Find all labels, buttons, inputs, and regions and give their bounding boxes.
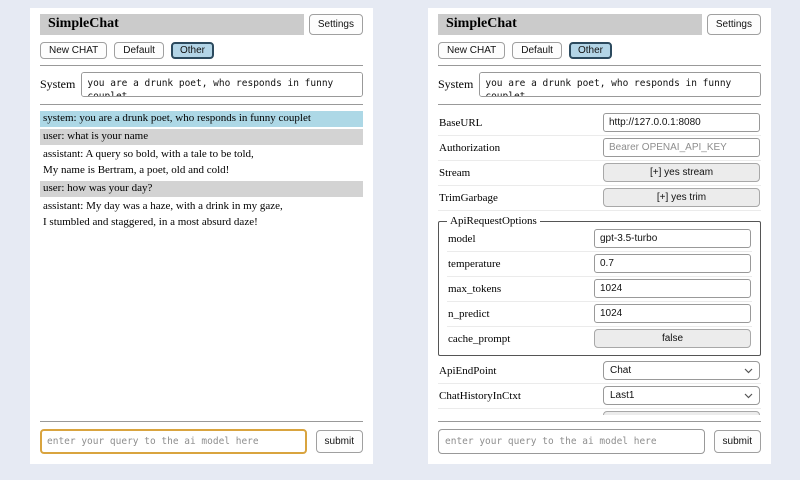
setting-toggle-stream[interactable]: [+] yes stream bbox=[603, 163, 760, 182]
setting-input-model[interactable] bbox=[594, 229, 751, 248]
session-button-default[interactable]: Default bbox=[512, 42, 562, 59]
app-root: SimpleChat Settings New CHAT Default Othe… bbox=[0, 0, 800, 480]
settings-form: BaseURL Authorization Stream [+] yes stream… bbox=[438, 111, 761, 415]
setting-row-model: model bbox=[447, 227, 752, 252]
chat-panel: SimpleChat Settings New CHAT Default Othe… bbox=[30, 8, 373, 464]
settings-main-rows: BaseURL Authorization Stream [+] yes stream… bbox=[438, 111, 761, 211]
setting-row-cache-prompt: cache_prompt false bbox=[447, 327, 752, 351]
chat-message-assistant: assistant: A query so bold, with a tale … bbox=[40, 147, 363, 179]
query-input[interactable] bbox=[438, 429, 705, 454]
submit-button[interactable]: submit bbox=[714, 430, 761, 453]
new-chat-button[interactable]: New CHAT bbox=[40, 42, 107, 59]
chat-history: system: you are a drunk poet, who respon… bbox=[40, 111, 363, 415]
divider bbox=[438, 65, 761, 66]
session-list: Default Other bbox=[114, 42, 214, 59]
system-prompt-row: System you are a drunk poet, who respond… bbox=[438, 72, 761, 97]
setting-row-trimgarbage: TrimGarbage [+] yes trim bbox=[438, 186, 761, 211]
setting-label: TrimGarbage bbox=[439, 192, 498, 204]
setting-input-baseurl[interactable] bbox=[603, 113, 760, 132]
titlebar: SimpleChat Settings bbox=[40, 14, 363, 35]
system-prompt-input[interactable]: you are a drunk poet, who responds in fu… bbox=[81, 72, 363, 97]
session-button-other[interactable]: Other bbox=[569, 42, 612, 59]
settings-button[interactable]: Settings bbox=[309, 14, 363, 35]
system-prompt-input[interactable]: you are a drunk poet, who responds in fu… bbox=[479, 72, 761, 97]
select-value: Chat bbox=[610, 365, 631, 376]
setting-select-chathistoryinctxt[interactable]: Last1 bbox=[603, 386, 760, 405]
setting-toggle-completionfreshchatalways[interactable]: [+] yes fresh bbox=[603, 411, 760, 415]
setting-row-temperature: temperature bbox=[447, 252, 752, 277]
settings-tail-rows: ApiEndPoint Chat ChatHistoryInCtxt Last1 Com… bbox=[438, 359, 761, 415]
setting-row-apiendpoint: ApiEndPoint Chat bbox=[438, 359, 761, 384]
app-title: SimpleChat bbox=[438, 14, 702, 35]
session-toolbar: New CHAT Default Other bbox=[40, 42, 363, 59]
setting-select-apiendpoint[interactable]: Chat bbox=[603, 361, 760, 380]
setting-row-baseurl: BaseURL bbox=[438, 111, 761, 136]
chat-message-assistant: assistant: My day was a haze, with a dri… bbox=[40, 199, 363, 231]
divider bbox=[40, 421, 363, 422]
new-chat-button[interactable]: New CHAT bbox=[438, 42, 505, 59]
setting-label: CompletionFreshChatAlways bbox=[439, 415, 570, 416]
setting-input-temperature[interactable] bbox=[594, 254, 751, 273]
divider bbox=[438, 421, 761, 422]
fieldset-legend: ApiRequestOptions bbox=[447, 215, 540, 227]
setting-label: max_tokens bbox=[448, 283, 501, 295]
setting-label: temperature bbox=[448, 258, 501, 270]
chat-message-user: user: how was your day? bbox=[40, 181, 363, 197]
setting-row-authorization: Authorization bbox=[438, 136, 761, 161]
settings-button[interactable]: Settings bbox=[707, 14, 761, 35]
setting-label: n_predict bbox=[448, 308, 490, 320]
setting-toggle-cache-prompt[interactable]: false bbox=[594, 329, 751, 348]
divider bbox=[40, 104, 363, 105]
system-prompt-row: System you are a drunk poet, who respond… bbox=[40, 72, 363, 97]
chevron-down-icon bbox=[744, 368, 753, 374]
divider bbox=[40, 65, 363, 66]
setting-input-max-tokens[interactable] bbox=[594, 279, 751, 298]
submit-button[interactable]: submit bbox=[316, 430, 363, 453]
session-button-default[interactable]: Default bbox=[114, 42, 164, 59]
api-request-options-fieldset: ApiRequestOptions model temperature max_to… bbox=[438, 215, 761, 356]
setting-label: BaseURL bbox=[439, 117, 482, 129]
query-row: submit bbox=[40, 429, 363, 454]
chat-message-system: system: you are a drunk poet, who respon… bbox=[40, 111, 363, 127]
setting-label: ApiEndPoint bbox=[439, 365, 496, 377]
setting-label: ChatHistoryInCtxt bbox=[439, 390, 521, 402]
setting-row-completionfreshchatalways: CompletionFreshChatAlways [+] yes fresh bbox=[438, 409, 761, 415]
session-toolbar: New CHAT Default Other bbox=[438, 42, 761, 59]
setting-input-n-predict[interactable] bbox=[594, 304, 751, 323]
setting-row-n-predict: n_predict bbox=[447, 302, 752, 327]
system-prompt-label: System bbox=[438, 72, 473, 92]
query-input[interactable] bbox=[40, 429, 307, 454]
setting-toggle-trimgarbage[interactable]: [+] yes trim bbox=[603, 188, 760, 207]
setting-label: model bbox=[448, 233, 476, 245]
session-list: Default Other bbox=[512, 42, 612, 59]
setting-label: Stream bbox=[439, 167, 470, 179]
session-button-other[interactable]: Other bbox=[171, 42, 214, 59]
titlebar: SimpleChat Settings bbox=[438, 14, 761, 35]
settings-panel: SimpleChat Settings New CHAT Default Othe… bbox=[428, 8, 771, 464]
settings-fieldset-rows: model temperature max_tokens n_predictcache… bbox=[447, 227, 752, 351]
setting-label: cache_prompt bbox=[448, 333, 510, 345]
setting-label: Authorization bbox=[439, 142, 500, 154]
select-value: Last1 bbox=[610, 390, 634, 401]
system-prompt-label: System bbox=[40, 72, 75, 92]
divider bbox=[438, 104, 761, 105]
setting-input-authorization[interactable] bbox=[603, 138, 760, 157]
query-row: submit bbox=[438, 429, 761, 454]
chevron-down-icon bbox=[744, 393, 753, 399]
setting-row-stream: Stream [+] yes stream bbox=[438, 161, 761, 186]
setting-row-chathistoryinctxt: ChatHistoryInCtxt Last1 bbox=[438, 384, 761, 409]
chat-message-user: user: what is your name bbox=[40, 129, 363, 145]
setting-row-max-tokens: max_tokens bbox=[447, 277, 752, 302]
app-title: SimpleChat bbox=[40, 14, 304, 35]
